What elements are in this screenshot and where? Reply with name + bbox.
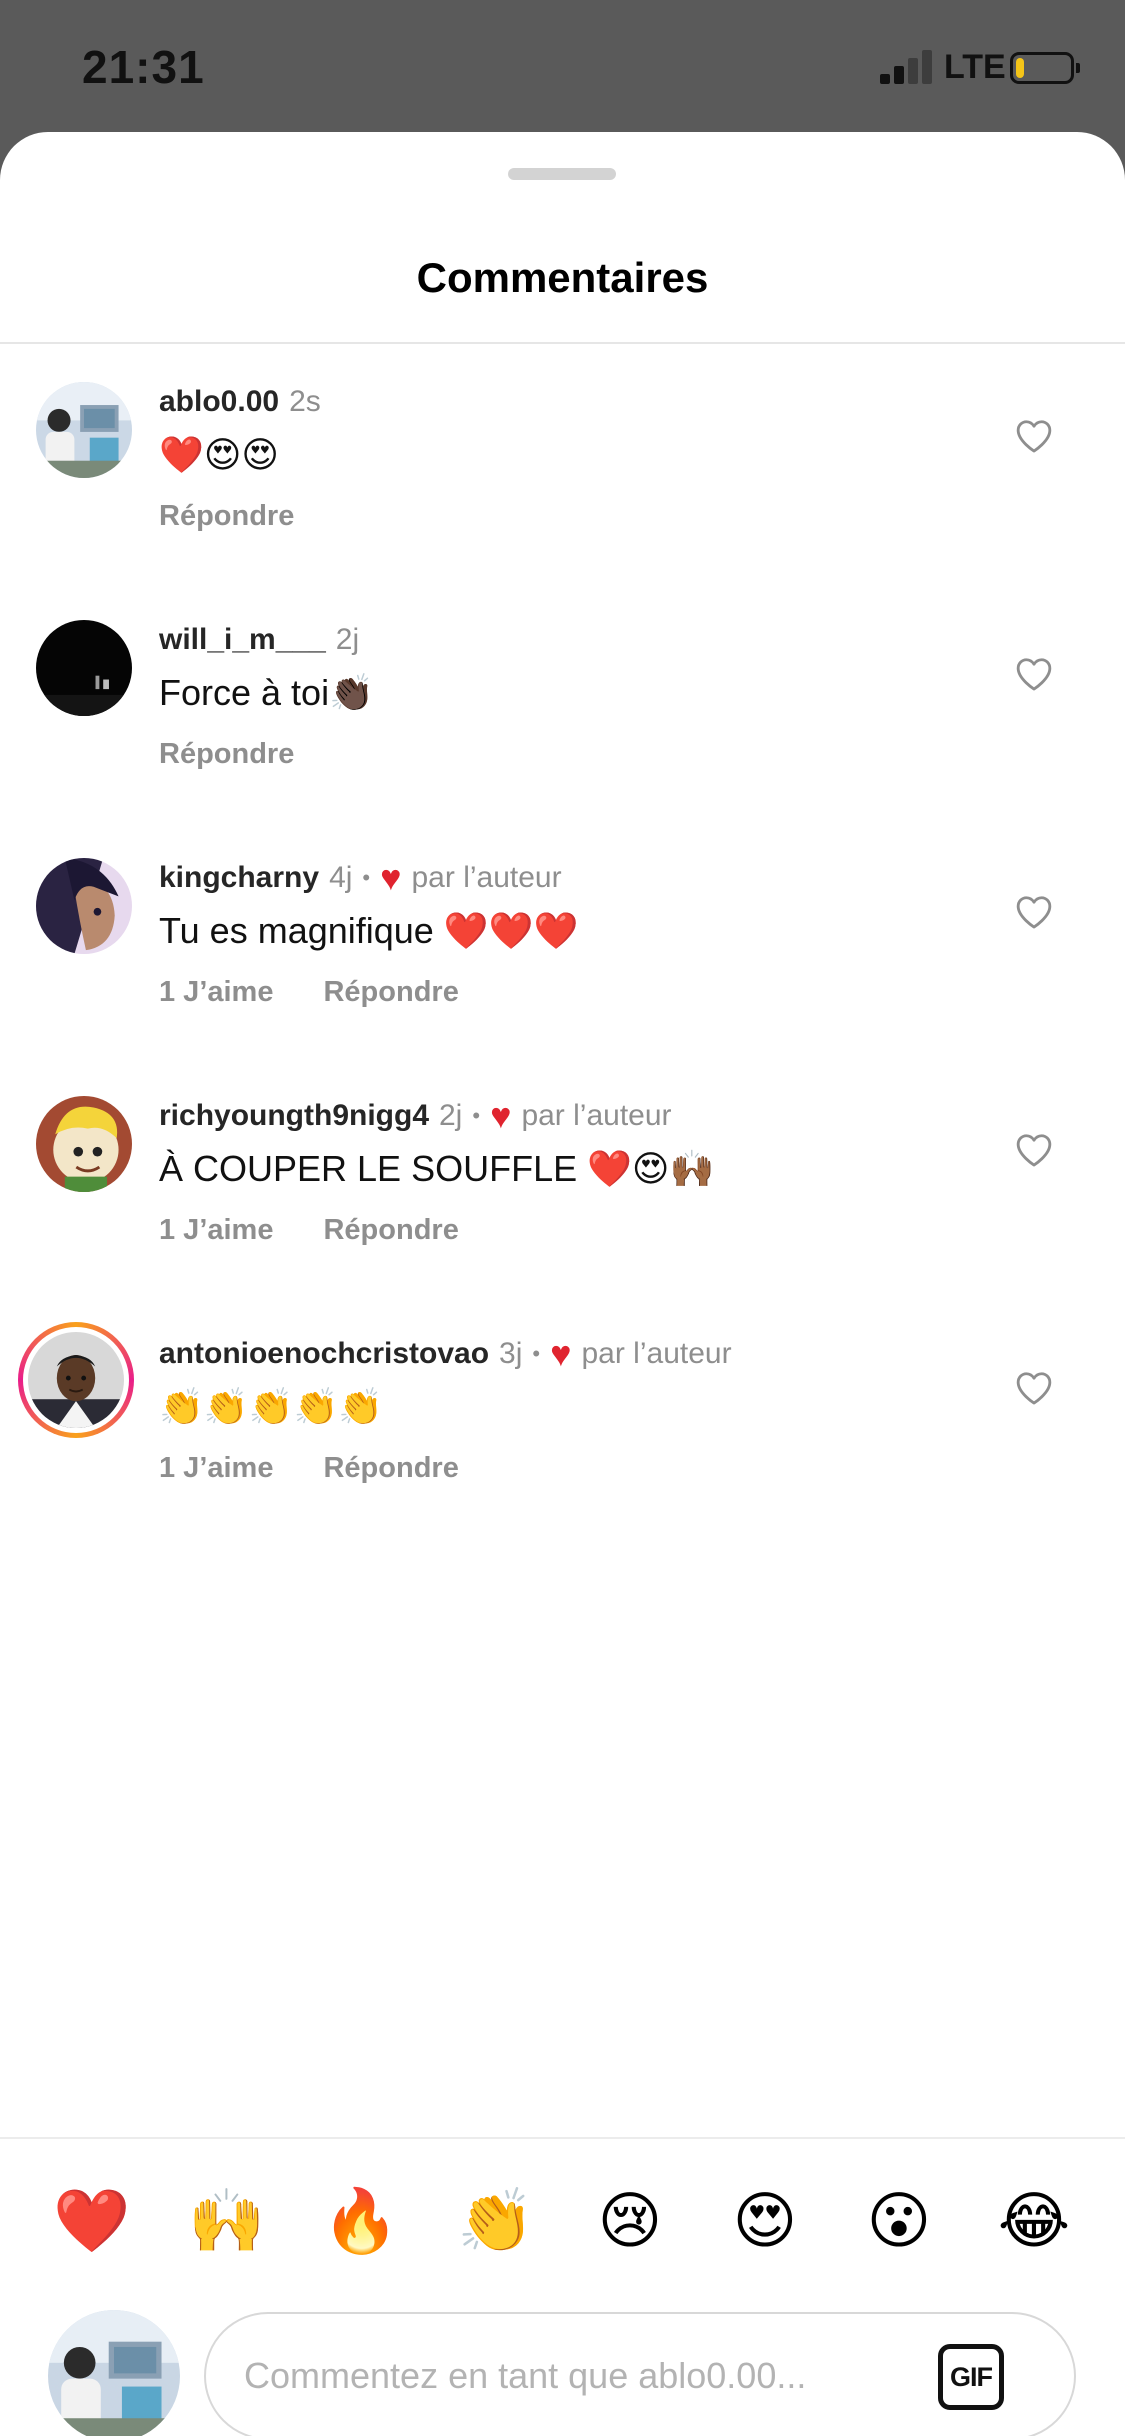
comment-time: 2j — [335, 623, 360, 656]
comment-time: 3j — [499, 1337, 523, 1370]
separator-dot: • — [532, 1341, 541, 1366]
heart-outline-icon[interactable] — [1015, 418, 1053, 454]
comment-time: 4j — [329, 861, 353, 894]
quick-reaction-crying-emoji[interactable]: 😢 — [588, 2184, 672, 2260]
comment-avatar[interactable] — [36, 620, 132, 716]
comment-like-count[interactable]: 1 J’aime — [159, 1214, 273, 1246]
separator-dot: • — [472, 1103, 481, 1128]
reply-button[interactable]: Répondre — [159, 738, 294, 770]
gif-icon[interactable]: GIF — [938, 2344, 1004, 2410]
comment-item[interactable]: ablo0.00 2s ❤️😍😍 Répondre — [0, 382, 1125, 602]
signal-bar — [880, 74, 890, 84]
reply-button[interactable]: Répondre — [323, 976, 458, 1008]
comment-item[interactable]: antonioenochcristovao 3j • ♥ par l’auteur 👏👏👏… — [0, 1322, 1125, 1554]
composer-divider — [0, 2137, 1125, 2139]
comment-text: 👏👏👏👏👏 — [159, 1386, 384, 1427]
comment-time: 2j — [439, 1099, 463, 1132]
battery-level — [1016, 58, 1024, 78]
comment-avatar-story-ring[interactable] — [18, 1322, 134, 1438]
comment-input-container: GIF — [204, 2312, 1076, 2436]
reply-button[interactable]: Répondre — [323, 1214, 458, 1246]
comment-username[interactable]: will_i_m___ — [159, 623, 326, 657]
heart-outline-icon[interactable] — [1015, 1370, 1053, 1406]
status-time: 21:31 — [82, 41, 205, 93]
comment-like-count[interactable]: 1 J’aime — [159, 976, 273, 1008]
reply-button[interactable]: Répondre — [323, 1452, 458, 1484]
comment-avatar — [28, 1332, 124, 1428]
signal-bar — [908, 58, 918, 84]
comment-actions: 1 J’aime Répondre — [159, 976, 459, 1009]
comment-username[interactable]: richyoungth9nigg4 — [159, 1099, 429, 1133]
comment-username[interactable]: antonioenochcristovao — [159, 1337, 489, 1371]
comment-actions: Répondre — [159, 738, 294, 771]
liked-by-author-label: par l’auteur — [521, 1099, 672, 1132]
battery-icon — [1010, 52, 1080, 84]
comment-item[interactable]: richyoungth9nigg4 2j • ♥ par l’auteur À COUPE… — [0, 1096, 1125, 1316]
comment-input[interactable] — [244, 2314, 904, 2436]
comment-header: antonioenochcristovao 3j • ♥ par l’auteur — [159, 1334, 732, 1374]
heart-filled-icon: ♥ — [550, 1333, 572, 1374]
comments-sheet: Commentaires ablo0.00 2s ❤️😍😍 Répondre will_… — [0, 132, 1125, 2436]
heart-filled-icon: ♥ — [380, 857, 402, 898]
heart-outline-icon[interactable] — [1015, 656, 1053, 692]
comment-avatar[interactable] — [36, 858, 132, 954]
comment-avatar[interactable] — [36, 1096, 132, 1192]
heart-outline-icon[interactable] — [1015, 1132, 1053, 1168]
comment-header: kingcharny 4j • ♥ par l’auteur — [159, 858, 562, 898]
comment-username[interactable]: kingcharny — [159, 861, 319, 895]
network-type: LTE — [944, 48, 1006, 86]
reply-button[interactable]: Répondre — [159, 500, 294, 532]
comment-header: will_i_m___ 2j — [159, 620, 359, 660]
quick-reaction-laughing-emoji[interactable]: 😂 — [992, 2184, 1076, 2260]
comment-actions: Répondre — [159, 500, 294, 533]
signal-bar — [894, 66, 904, 84]
quick-reaction-surprised-emoji[interactable]: 😮 — [857, 2184, 941, 2260]
heart-outline-icon[interactable] — [1015, 894, 1053, 930]
cellular-signal-icon — [880, 50, 934, 84]
comment-actions: 1 J’aime Répondre — [159, 1214, 459, 1247]
quick-reaction-heart-emoji[interactable]: ❤️ — [50, 2184, 134, 2260]
comment-time: 2s — [289, 385, 321, 418]
comment-text: À COUPER LE SOUFFLE ❤️😍🙌🏾 — [159, 1148, 715, 1189]
quick-reaction-raised-hands-emoji[interactable]: 🙌 — [185, 2184, 269, 2260]
quick-reactions-row: ❤️ 🙌 🔥 👏 😢 😍 😮 😂 — [0, 2184, 1125, 2260]
liked-by-author-label: par l’auteur — [581, 1337, 732, 1370]
comment-actions: 1 J’aime Répondre — [159, 1452, 459, 1485]
comment-header: ablo0.00 2s — [159, 382, 321, 422]
comment-avatar[interactable] — [36, 382, 132, 478]
comment-item[interactable]: kingcharny 4j • ♥ par l’auteur Tu es magnifiq… — [0, 858, 1125, 1078]
quick-reaction-clapping-emoji[interactable]: 👏 — [454, 2184, 538, 2260]
comment-text: ❤️😍😍 — [159, 434, 279, 475]
current-user-avatar — [48, 2310, 180, 2436]
comment-text: Force à toi👏🏿 — [159, 672, 374, 713]
comment-item[interactable]: will_i_m___ 2j Force à toi👏🏿 Répondre — [0, 620, 1125, 840]
heart-filled-icon: ♥ — [490, 1095, 512, 1136]
comment-like-count[interactable]: 1 J’aime — [159, 1452, 273, 1484]
quick-reaction-fire-emoji[interactable]: 🔥 — [319, 2184, 403, 2260]
liked-by-author-label: par l’auteur — [411, 861, 562, 894]
comment-text: Tu es magnifique ❤️❤️❤️ — [159, 910, 579, 951]
sheet-grabber-handle[interactable] — [508, 168, 616, 180]
comment-username[interactable]: ablo0.00 — [159, 385, 279, 419]
signal-bar — [922, 50, 932, 84]
comment-header: richyoungth9nigg4 2j • ♥ par l’auteur — [159, 1096, 672, 1136]
quick-reaction-heart-eyes-emoji[interactable]: 😍 — [723, 2184, 807, 2260]
title-divider — [0, 342, 1125, 344]
separator-dot: • — [362, 865, 371, 890]
status-bar: 21:31 LTE — [0, 0, 1125, 132]
sheet-title: Commentaires — [416, 254, 709, 301]
